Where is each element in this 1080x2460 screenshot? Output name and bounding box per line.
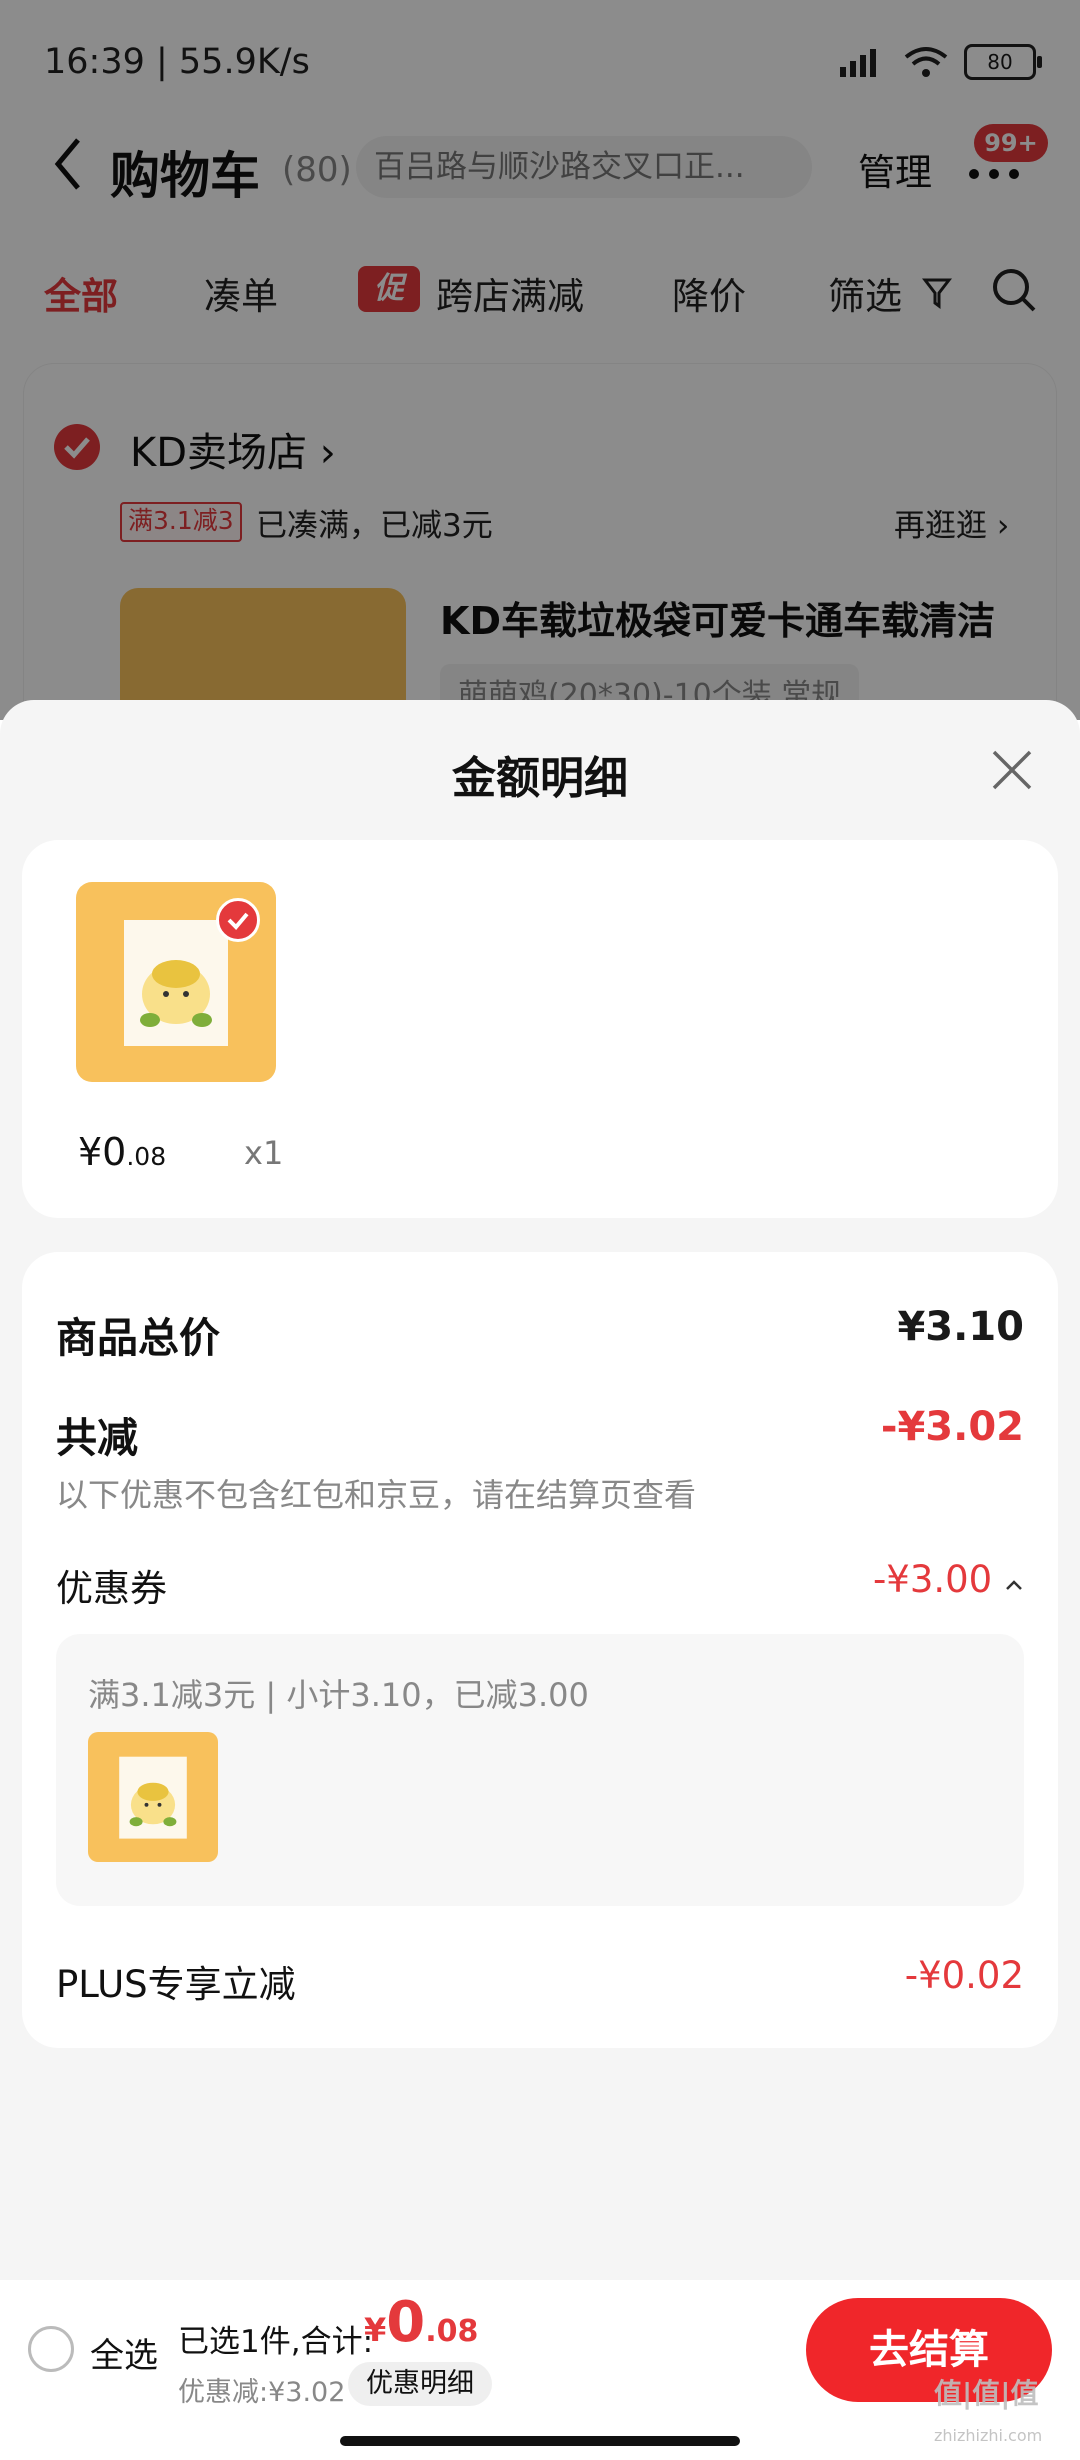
watermark: 值|值|值 — [934, 2377, 1039, 2410]
discount-amount: 优惠减:¥3.02 — [178, 2377, 346, 2408]
check-icon — [227, 912, 249, 930]
goods-total-value: ¥3.10 — [897, 1304, 1024, 1350]
total-reduce-label: 共减 — [56, 1414, 138, 1462]
selected-summary: 已选1件,合计: — [178, 2324, 374, 2360]
total-price: ¥0.08 — [364, 2290, 479, 2355]
home-indicator[interactable] — [340, 2436, 740, 2446]
item-quantity: x1 — [244, 1134, 284, 1172]
chevron-up-icon — [1006, 1580, 1022, 1590]
select-all-checkbox[interactable] — [28, 2326, 74, 2372]
coupon-detail-text: 满3.1减3元 | 小计3.10，已减3.00 — [88, 1676, 589, 1714]
modal-overlay[interactable] — [0, 0, 1080, 720]
plus-discount-value: -¥0.02 — [904, 1954, 1024, 1997]
discount-note: 以下优惠不包含红包和京豆，请在结算页查看 — [56, 1476, 697, 1514]
total-reduce-value: -¥3.02 — [880, 1404, 1024, 1450]
select-all-label[interactable]: 全选 — [90, 2328, 158, 2377]
discount-detail-button[interactable]: 优惠明细 — [348, 2362, 492, 2406]
product-illustration — [119, 1756, 187, 1839]
plus-discount-label: PLUS专享立减 — [56, 1963, 296, 2006]
coupon-product-image[interactable] — [88, 1732, 218, 1862]
coupon-label: 优惠券 — [56, 1567, 167, 1610]
close-icon[interactable] — [988, 746, 1036, 794]
sheet-title: 金额明细 — [452, 753, 628, 804]
goods-total-label: 商品总价 — [56, 1314, 220, 1362]
watermark-url: zhizhizhi.com — [934, 2426, 1043, 2445]
coupon-value[interactable]: -¥3.00 — [873, 1558, 1024, 1601]
item-price: ¥0.08 — [78, 1130, 167, 1174]
item-selected-check[interactable] — [216, 898, 260, 942]
